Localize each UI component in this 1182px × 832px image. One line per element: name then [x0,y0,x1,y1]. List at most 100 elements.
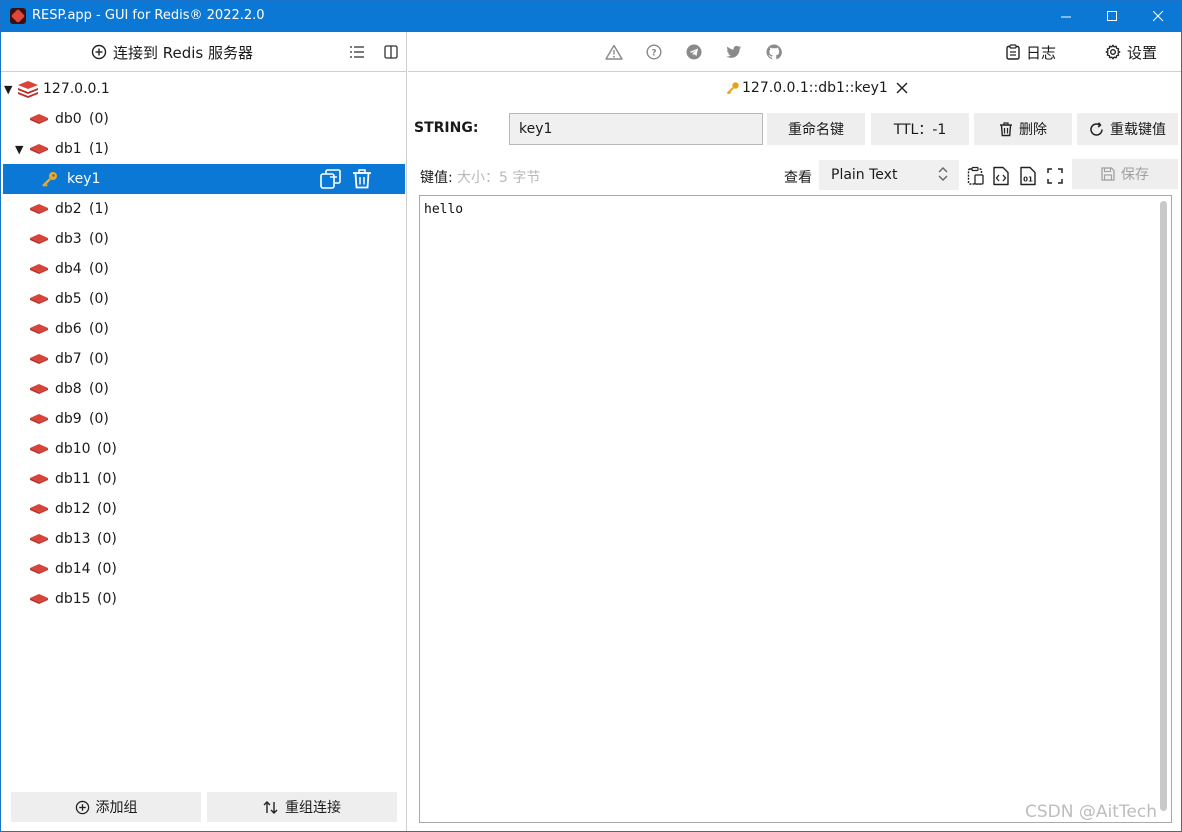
tree-db-row[interactable]: ▼ db1 (1) [1,134,406,164]
expand-arrow-icon[interactable]: ▼ [4,83,12,96]
database-key-count: (0) [89,231,109,247]
tree-db-row[interactable]: db3 (0) [1,224,406,254]
database-icon [29,563,49,575]
trash-icon [1000,121,1012,136]
database-icon [29,473,49,485]
view-mode-select[interactable]: Plain Text [819,160,959,190]
gear-icon [1105,44,1121,60]
database-key-count: (0) [97,441,117,457]
database-icon [29,233,49,245]
close-tab-icon[interactable] [896,79,908,98]
database-icon [29,443,49,455]
database-name: db11 [55,471,91,487]
add-group-label: 添加组 [95,800,138,816]
twitter-button[interactable] [724,42,744,62]
tree-db-row[interactable]: db8 (0) [1,374,406,404]
key-name: key1 [67,171,101,187]
warning-button[interactable] [604,42,624,62]
add-group-button[interactable]: 添加组 [11,792,201,822]
database-key-count: (0) [97,531,117,547]
tree-db-row[interactable]: db5 (0) [1,284,406,314]
database-icon [29,593,49,605]
tree-db-row[interactable]: db12 (0) [1,494,406,524]
github-button[interactable] [764,42,784,62]
key-tab[interactable]: 127.0.0.1::db1::key1 [726,78,908,98]
telegram-button[interactable] [684,42,704,62]
database-name: db2 [55,201,82,217]
save-value-button[interactable]: 保存 [1072,159,1178,189]
value-editor[interactable]: hello [419,195,1172,823]
redis-server-icon [17,80,39,98]
reload-icon [1090,121,1103,136]
tree-db-row[interactable]: db15 (0) [1,584,406,614]
delete-key-button[interactable]: 删除 [974,113,1072,145]
connections-header: 连接到 Redis 服务器 [1,32,407,72]
connect-redis-button[interactable]: 连接到 Redis 服务器 [91,41,253,63]
regroup-connections-button[interactable]: 重组连接 [207,792,397,822]
help-button[interactable]: ? [644,42,664,62]
tree-db-row[interactable]: db11 (0) [1,464,406,494]
tree-db-row[interactable]: db6 (0) [1,314,406,344]
close-window-button[interactable] [1135,1,1181,32]
database-icon [29,323,49,335]
copy-value-button[interactable] [965,165,987,187]
list-view-button[interactable] [347,42,367,62]
tree-db-row[interactable]: db13 (0) [1,524,406,554]
key-type-label: STRING: [414,120,479,136]
database-name: db13 [55,531,91,547]
tree-db-row[interactable]: db0 (0) [1,104,406,134]
log-button[interactable]: 日志 [1006,41,1056,63]
tree-db-row[interactable]: db7 (0) [1,344,406,374]
expand-arrow-icon[interactable]: ▼ [15,143,23,156]
database-name: db9 [55,411,82,427]
tree-db-row[interactable]: db10 (0) [1,434,406,464]
format-json-button[interactable] [990,165,1012,187]
rename-key-button[interactable]: 重命名键 [767,113,865,145]
tree-db-row[interactable]: db2 (1) [1,194,406,224]
code-file-icon [993,166,1009,186]
delete-key-icon[interactable] [351,168,373,190]
tree-db-row[interactable]: db14 (0) [1,554,406,584]
database-key-count: (0) [97,501,117,517]
plus-circle-icon [91,44,107,60]
watermark: CSDN @AitTech [1025,802,1157,822]
plus-circle-icon [75,800,89,814]
svg-text:?: ? [651,49,656,59]
database-name: db0 [55,111,82,127]
database-key-count: (0) [89,411,109,427]
editor-scrollbar[interactable] [1160,201,1167,811]
telegram-icon [686,44,702,60]
help-icon: ? [646,44,662,60]
copy-key-icon[interactable] [319,168,343,190]
log-label: 日志 [1026,43,1057,62]
key-name-input[interactable] [509,113,763,145]
reload-key-button[interactable]: 重载键值 [1077,113,1178,145]
database-name: db7 [55,351,82,367]
tree-server-row[interactable]: ▼ 127.0.0.1 [1,74,406,104]
binary-view-button[interactable]: 01 [1017,165,1039,187]
tree-db-row[interactable]: db9 (0) [1,404,406,434]
sort-arrows-icon [263,800,278,814]
settings-label: 设置 [1127,43,1158,62]
ttl-button[interactable]: TTL：-1 [871,113,969,145]
database-name: db5 [55,291,82,307]
app-logo-icon [10,8,26,24]
maximize-button[interactable] [1089,1,1135,32]
database-name: db6 [55,321,82,337]
value-size: 大小：5 字节 [457,170,541,186]
value-editor-text: hello [424,202,464,217]
database-name: db8 [55,381,82,397]
minimize-button[interactable] [1043,1,1089,32]
database-icon [29,353,49,365]
view-mode-label: 查看 [784,170,812,186]
database-name: db3 [55,231,82,247]
maximize-icon [1106,11,1117,21]
split-view-button[interactable] [381,42,401,62]
regroup-connections-label: 重组连接 [285,800,341,816]
fullscreen-button[interactable] [1044,165,1066,187]
tree-db-row[interactable]: db4 (0) [1,254,406,284]
tree-key-row[interactable]: key1 [3,164,405,194]
database-key-count: (0) [97,561,117,577]
ttl-label: TTL：-1 [893,122,947,138]
settings-button[interactable]: 设置 [1105,41,1157,63]
